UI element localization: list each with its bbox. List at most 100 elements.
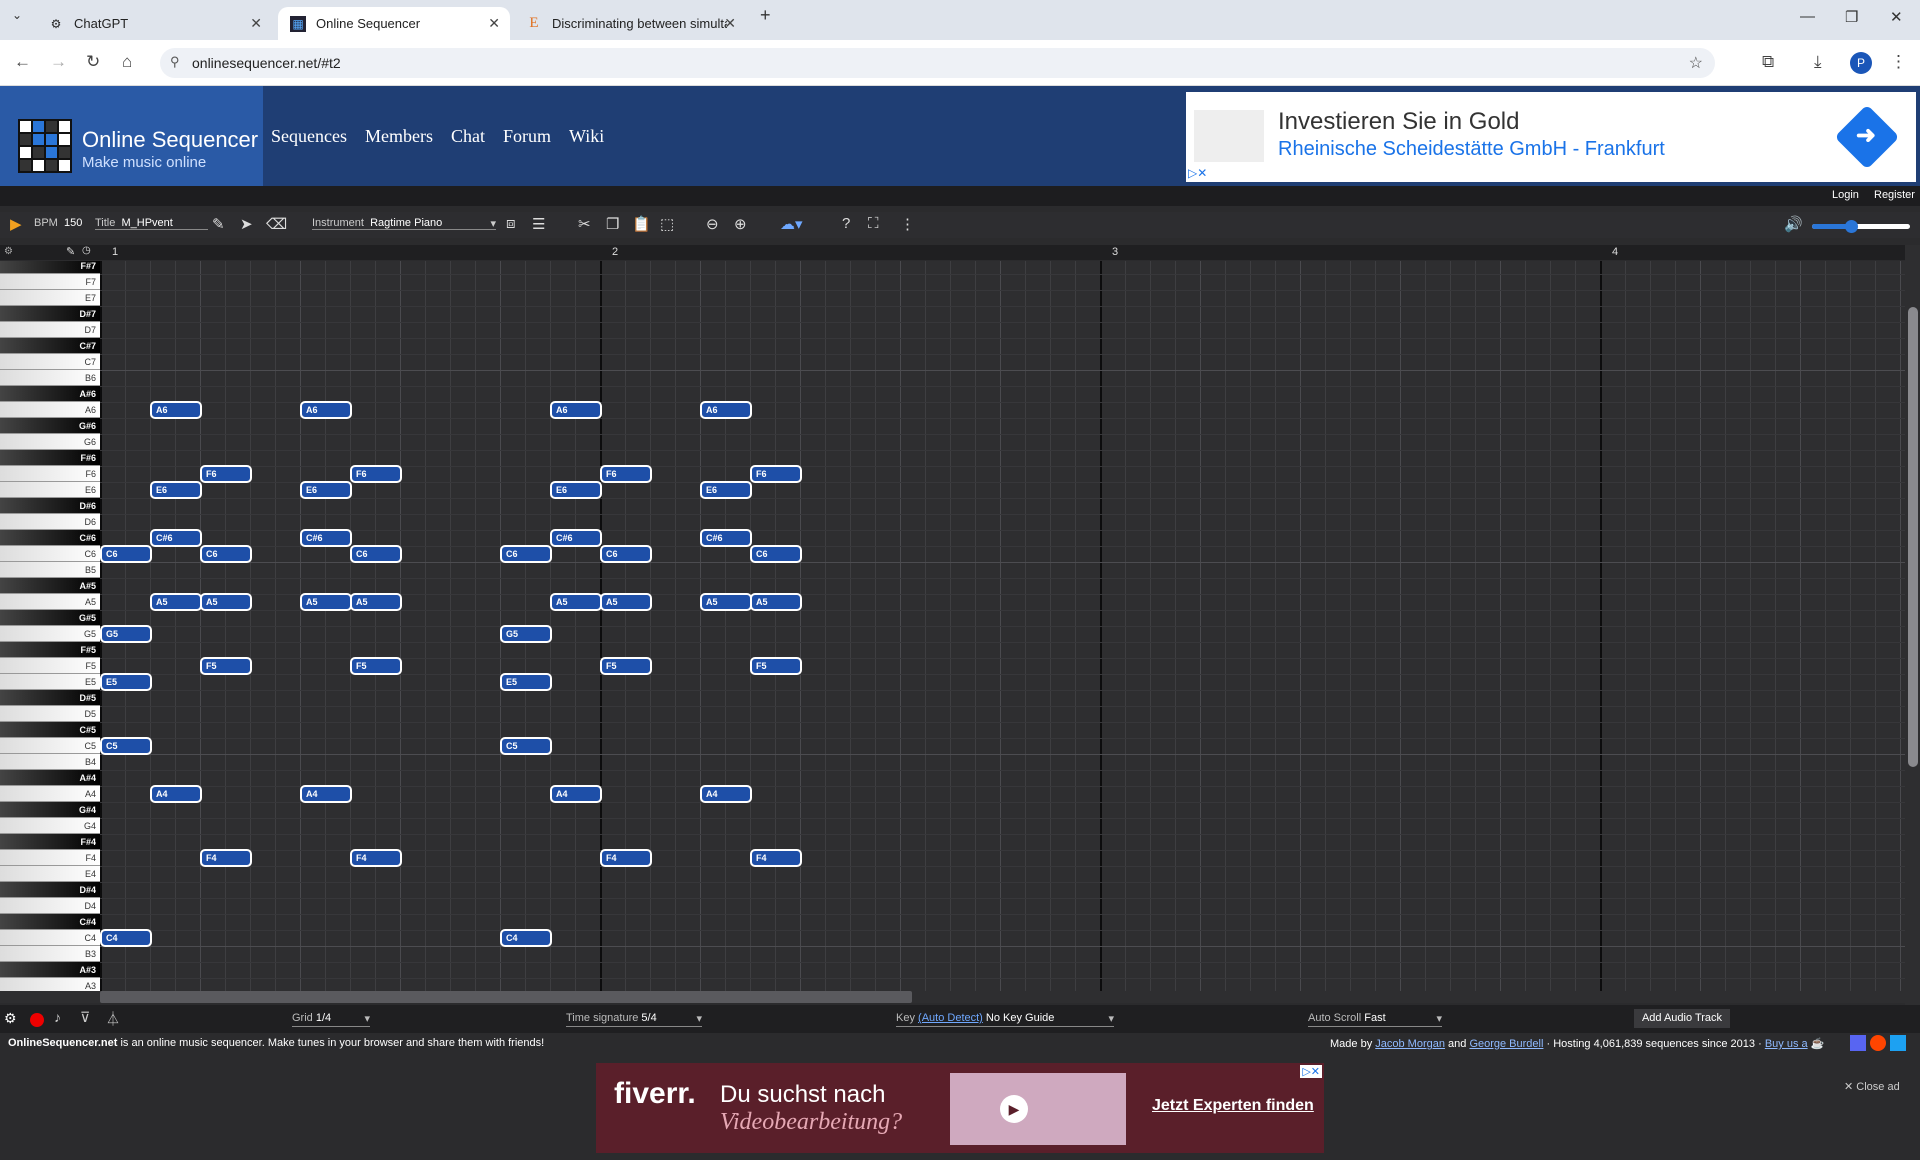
nav-forum[interactable]: Forum xyxy=(503,126,551,147)
note-block[interactable]: C6 xyxy=(350,545,402,563)
instrument-select[interactable]: Instrument Ragtime Piano ▾ xyxy=(312,217,496,230)
home-icon[interactable]: ⌂ xyxy=(122,52,132,72)
piano-key-d5[interactable]: D5 xyxy=(0,706,100,722)
note-block[interactable]: A5 xyxy=(300,593,352,611)
bookmark-star-icon[interactable]: ☆ xyxy=(1689,53,1703,73)
reload-icon[interactable]: ↻ xyxy=(86,52,100,72)
zoom-in-icon[interactable]: ⊕ xyxy=(734,215,747,233)
register-link[interactable]: Register xyxy=(1874,189,1915,201)
author-link[interactable]: George Burdell xyxy=(1469,1038,1543,1050)
piano-key-csharp6[interactable]: C#6 xyxy=(0,530,100,546)
piano-key-gsharp5[interactable]: G#5 xyxy=(0,610,100,626)
play-icon[interactable]: ▶ xyxy=(1000,1095,1028,1123)
nav-members[interactable]: Members xyxy=(365,126,433,147)
cut-icon[interactable]: ✂ xyxy=(578,215,591,233)
note-grid[interactable]: C6 G5 E5 C5 C4 A6 E6 C#6 A5 A4 F6 C6 A5 F5 F4 A6 E6 C#6 A5… xyxy=(100,261,1905,991)
scroll-thumb[interactable] xyxy=(100,991,912,1003)
download-icon[interactable]: ⤓ xyxy=(1814,52,1822,72)
note-block[interactable]: F6 xyxy=(600,465,652,483)
vertical-scrollbar[interactable] xyxy=(1905,245,1920,1005)
twitter-icon[interactable] xyxy=(1890,1035,1906,1051)
nav-sequences[interactable]: Sequences xyxy=(271,126,347,147)
piano-key-dsharp4[interactable]: D#4 xyxy=(0,882,100,898)
piano-key-g5[interactable]: G5 xyxy=(0,626,100,642)
note-block[interactable]: A4 xyxy=(150,785,202,803)
note-block[interactable]: C6 xyxy=(500,545,552,563)
eraser-tool-icon[interactable]: ⌫ xyxy=(266,215,287,233)
note-block[interactable]: C4 xyxy=(500,929,552,947)
pencil-tool-icon[interactable]: ✎ xyxy=(212,215,225,233)
sliders-icon[interactable]: ☰ xyxy=(532,215,545,233)
piano-key-csharp7[interactable]: C#7 xyxy=(0,338,100,354)
volume-handle[interactable] xyxy=(1845,220,1859,233)
new-tab-button[interactable]: + xyxy=(760,5,771,26)
piano-key-asharp6[interactable]: A#6 xyxy=(0,386,100,402)
piano-key-fsharp5[interactable]: F#5 xyxy=(0,642,100,658)
time-signature-select[interactable]: Time signature 5/4 ▾ xyxy=(566,1012,702,1027)
close-tab-icon[interactable]: ✕ xyxy=(488,15,500,32)
piano-key-g4[interactable]: G4 xyxy=(0,818,100,834)
close-window-icon[interactable]: ✕ xyxy=(1890,8,1903,26)
help-icon[interactable]: ? xyxy=(842,215,850,232)
note-block[interactable]: F4 xyxy=(600,849,652,867)
note-block[interactable]: A5 xyxy=(600,593,652,611)
key-select[interactable]: Key (Auto Detect) No Key Guide ▾ xyxy=(896,1012,1114,1027)
note-block[interactable]: A4 xyxy=(550,785,602,803)
back-icon[interactable]: ← xyxy=(14,52,31,72)
title-field[interactable]: Title M_HPvent xyxy=(95,217,208,230)
extensions-icon[interactable]: ⧉ xyxy=(1762,52,1774,72)
piano-key-b3[interactable]: B3 xyxy=(0,946,100,962)
piano-key-dsharp7[interactable]: D#7 xyxy=(0,306,100,322)
piano-key-c7[interactable]: C7 xyxy=(0,354,100,370)
piano-key-d7[interactable]: D7 xyxy=(0,322,100,338)
note-block[interactable]: C#6 xyxy=(700,529,752,547)
piano-key-c5[interactable]: C5 xyxy=(0,738,100,754)
piano-key-d6[interactable]: D6 xyxy=(0,514,100,530)
piano-key-fsharp7[interactable]: F#7 xyxy=(0,261,100,274)
note-block[interactable]: A5 xyxy=(550,593,602,611)
close-ad-button[interactable]: ✕ Close ad xyxy=(1844,1080,1900,1093)
grid-select[interactable]: Grid 1/4 ▾ xyxy=(292,1012,370,1027)
piano-key-csharp5[interactable]: C#5 xyxy=(0,722,100,738)
note-block[interactable]: A6 xyxy=(550,401,602,419)
piano-key-f7[interactable]: F7 xyxy=(0,274,100,290)
ad-arrow-icon[interactable]: ➜ xyxy=(1834,104,1900,170)
piano-key-g6[interactable]: G6 xyxy=(0,434,100,450)
note-block[interactable]: F5 xyxy=(600,657,652,675)
piano-key-a3[interactable]: A3 xyxy=(0,978,100,991)
note-block[interactable]: G5 xyxy=(100,625,152,643)
ad-choices-icon[interactable]: ▷✕ xyxy=(1300,1065,1322,1078)
menu-dots-icon[interactable]: ⋮ xyxy=(1890,52,1907,72)
filter-icon[interactable]: ⊽ xyxy=(80,1009,90,1026)
note-block[interactable]: F6 xyxy=(750,465,802,483)
note-block[interactable]: F6 xyxy=(350,465,402,483)
piano-key-b4[interactable]: B4 xyxy=(0,754,100,770)
piano-key-f5[interactable]: F5 xyxy=(0,658,100,674)
note-block[interactable]: C6 xyxy=(750,545,802,563)
note-block[interactable]: C#6 xyxy=(150,529,202,547)
note-block[interactable]: F5 xyxy=(200,657,252,675)
cloud-upload-icon[interactable]: ☁▾ xyxy=(780,215,803,233)
record-icon[interactable] xyxy=(30,1013,44,1027)
note-block[interactable]: F6 xyxy=(200,465,252,483)
bpm-field[interactable]: BPM 150 xyxy=(34,217,82,229)
note-block[interactable]: A6 xyxy=(150,401,202,419)
piano-key-asharp3[interactable]: A#3 xyxy=(0,962,100,978)
piano-key-fsharp4[interactable]: F#4 xyxy=(0,834,100,850)
piano-key-a4[interactable]: A4 xyxy=(0,786,100,802)
note-block[interactable]: C5 xyxy=(500,737,552,755)
piano-key-f6[interactable]: F6 xyxy=(0,466,100,482)
piano-key-b6[interactable]: B6 xyxy=(0,370,100,386)
copy-icon[interactable]: ❐ xyxy=(606,215,619,233)
scroll-thumb[interactable] xyxy=(1908,307,1918,767)
note-block[interactable]: F5 xyxy=(350,657,402,675)
note-block[interactable]: E5 xyxy=(500,673,552,691)
piano-key-a6[interactable]: A6 xyxy=(0,402,100,418)
piano-key-asharp4[interactable]: A#4 xyxy=(0,770,100,786)
note-block[interactable]: A5 xyxy=(350,593,402,611)
horizontal-scrollbar[interactable] xyxy=(0,991,1905,1003)
piano-key-gsharp4[interactable]: G#4 xyxy=(0,802,100,818)
piano-key-c6[interactable]: C6 xyxy=(0,546,100,562)
play-icon[interactable]: ▶ xyxy=(10,215,22,233)
piano-key-d4[interactable]: D4 xyxy=(0,898,100,914)
